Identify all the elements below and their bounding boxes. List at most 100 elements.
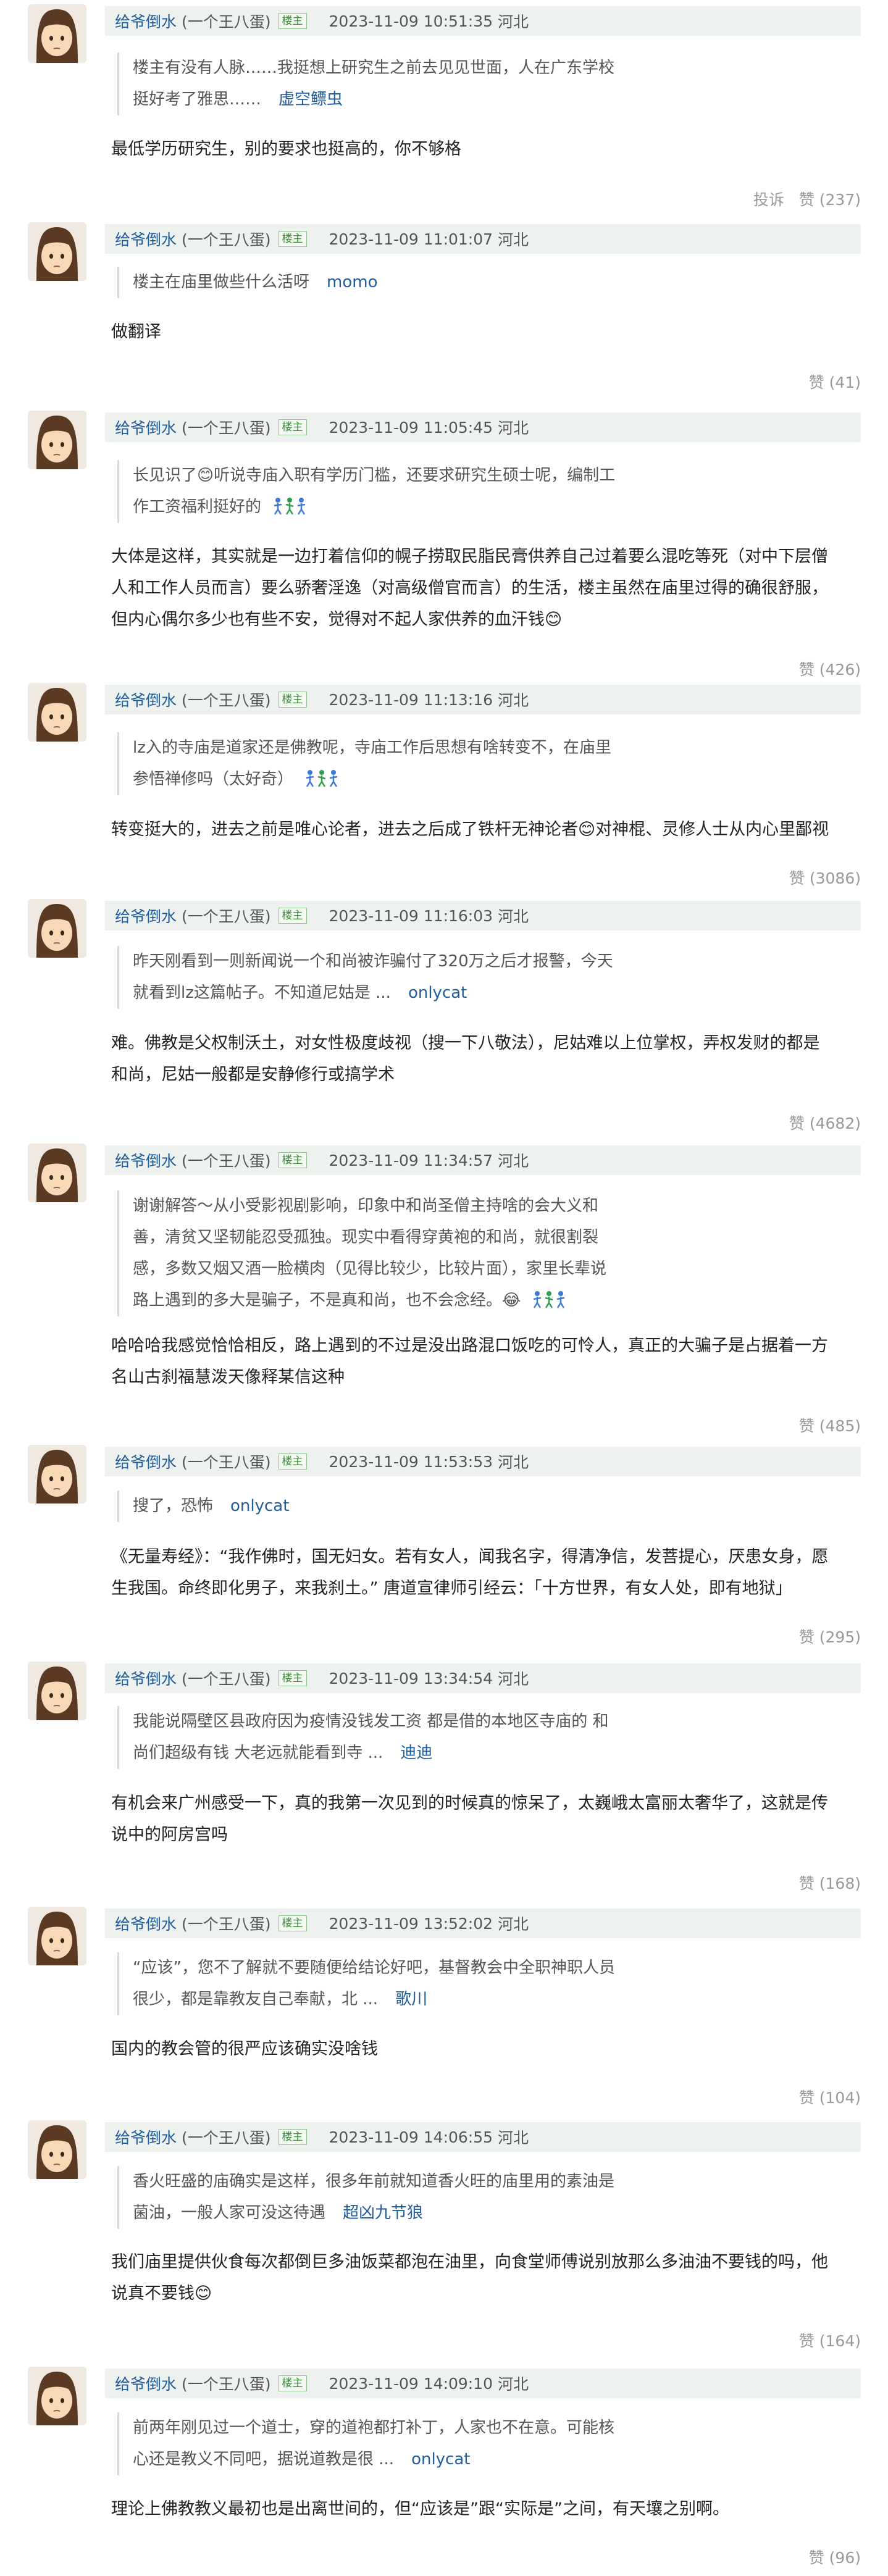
like-button[interactable]: 赞 (295)	[799, 1628, 861, 1646]
like-button[interactable]: 赞 (104)	[799, 2089, 861, 2107]
quote-block: 楼主在庙里做些什么活呀 momo	[117, 267, 664, 298]
username-link[interactable]: 给爷倒水	[115, 688, 177, 711]
post-time: 2023-11-09 13:34:54	[329, 1669, 493, 1687]
reply-content: 做翻译	[111, 322, 161, 341]
avatar[interactable]	[28, 222, 86, 281]
op-badge: 楼主	[278, 692, 307, 708]
user-alias: (一个王八蛋)	[182, 1152, 271, 1170]
avatar[interactable]	[28, 683, 86, 742]
post-location: 河北	[498, 2129, 529, 2147]
reply-header: 给爷倒水 (一个王八蛋) 楼主 2023-11-09 11:34:57 河北	[105, 1145, 861, 1175]
post-location: 河北	[498, 908, 529, 926]
quote-block: 谢谢解答～从小受影视剧影响，印象中和尚圣僧主持啥的会大义和 善，清贫又坚韧能忍受…	[117, 1190, 664, 1316]
op-badge: 楼主	[278, 231, 307, 247]
op-badge: 楼主	[278, 13, 307, 29]
reply-actions: 赞 (164)	[799, 2329, 861, 2351]
quote-author-link[interactable]: 歌川	[395, 1990, 427, 2009]
avatar[interactable]	[28, 899, 86, 958]
reply-actions: 赞 (168)	[799, 1871, 861, 1894]
reply-actions: 投诉赞 (237)	[753, 188, 861, 210]
quote-author-link[interactable]: onlycat	[408, 984, 467, 1002]
post-location: 河北	[498, 1453, 529, 1471]
like-button[interactable]: 赞 (237)	[799, 191, 861, 209]
dancing-figures-icon	[274, 498, 306, 515]
quote-author-link[interactable]: 超凶九节狼	[343, 2204, 423, 2222]
username-link[interactable]: 给爷倒水	[115, 905, 177, 927]
avatar[interactable]	[28, 4, 86, 63]
username-link[interactable]: 给爷倒水	[115, 2126, 177, 2148]
reply-content: 国内的教会管的很严应该确实没啥钱	[111, 2039, 378, 2059]
username-link[interactable]: 给爷倒水	[115, 2372, 177, 2394]
user-alias: (一个王八蛋)	[182, 2129, 271, 2147]
username-link[interactable]: 给爷倒水	[115, 1149, 177, 1171]
reply-actions: 赞 (485)	[799, 1414, 861, 1436]
post-time: 2023-11-09 10:51:35	[329, 12, 493, 30]
like-button[interactable]: 赞 (4682)	[789, 1114, 861, 1132]
post-time: 2023-11-09 11:01:07	[329, 230, 493, 248]
reply-content: 转变挺大的，进去之前是唯心论者，进去之后成了铁杆无神论者😊对神棍、灵修人士从内心…	[111, 820, 829, 839]
avatar[interactable]	[28, 2367, 86, 2425]
reply-content: 有机会来广州感受一下，真的我第一次见到的时候真的惊呆了，太巍峨太富丽太奢华了，这…	[111, 1794, 828, 1844]
reply-actions: 赞 (4682)	[789, 1111, 861, 1134]
reply-header: 给爷倒水 (一个王八蛋) 楼主 2023-11-09 13:52:02 河北	[105, 1909, 861, 1938]
avatar[interactable]	[28, 2120, 86, 2179]
quote-author-link[interactable]: 虚空鳔虫	[279, 90, 343, 109]
reply-header: 给爷倒水 (一个王八蛋) 楼主 2023-11-09 11:53:53 河北	[105, 1447, 861, 1476]
username-link[interactable]: 给爷倒水	[115, 10, 177, 32]
user-alias: (一个王八蛋)	[182, 692, 271, 709]
reply-actions: 赞 (41)	[809, 370, 861, 393]
username-link[interactable]: 给爷倒水	[115, 1667, 177, 1689]
user-alias: (一个王八蛋)	[182, 2375, 271, 2393]
dancing-figures-icon	[306, 770, 338, 787]
report-button[interactable]: 投诉	[753, 191, 784, 209]
reply-content: 难。佛教是父权制沃土，对女性极度歧视（搜一下八敬法），尼姑难以上位掌权，弄权发财…	[111, 1034, 820, 1084]
quote-author-link[interactable]: onlycat	[411, 2450, 470, 2469]
avatar[interactable]	[28, 411, 86, 469]
like-button[interactable]: 赞 (485)	[799, 1417, 861, 1435]
username-link[interactable]: 给爷倒水	[115, 1450, 177, 1473]
like-button[interactable]: 赞 (41)	[809, 374, 861, 391]
post-location: 河北	[498, 419, 529, 437]
quote-text: 前两年刚见过一个道士，穿的道袍都打补丁，人家也不在意。可能核 心还是教义不同吧，…	[133, 2419, 615, 2469]
post-location: 河北	[498, 1915, 529, 1933]
user-alias: (一个王八蛋)	[182, 1453, 271, 1471]
avatar[interactable]	[28, 1144, 86, 1202]
post-location: 河北	[498, 692, 529, 709]
post-location: 河北	[498, 231, 529, 249]
quote-text: 楼主有没有人脉……我挺想上研究生之前去见见世面，人在广东学校 挺好考了雅思……	[133, 59, 615, 109]
post-time: 2023-11-09 11:34:57	[329, 1151, 493, 1169]
username-link[interactable]: 给爷倒水	[115, 1912, 177, 1934]
reply-content: 哈哈哈我感觉恰恰相反，路上遇到的不过是没出路混口饭吃的可怜人，真正的大骗子是占据…	[111, 1336, 828, 1387]
quote-author-link[interactable]: momo	[327, 273, 377, 291]
reply-actions: 赞 (104)	[799, 2086, 861, 2108]
avatar[interactable]	[28, 1445, 86, 1503]
reply-actions: 赞 (426)	[799, 658, 861, 680]
avatar[interactable]	[28, 1662, 86, 1720]
quote-text: 我能说隔壁区县政府因为疫情没钱发工资 都是借的本地区寺庙的 和 尚们超级有钱 大…	[133, 1712, 609, 1762]
like-button[interactable]: 赞 (96)	[809, 2549, 861, 2567]
avatar[interactable]	[28, 1907, 86, 1965]
quote-text: 楼主在庙里做些什么活呀	[133, 273, 310, 291]
reply-header: 给爷倒水 (一个王八蛋) 楼主 2023-11-09 10:51:35 河北	[105, 6, 861, 36]
username-link[interactable]: 给爷倒水	[115, 416, 177, 438]
post-time: 2023-11-09 11:05:45	[329, 418, 493, 437]
like-button[interactable]: 赞 (3086)	[789, 869, 861, 887]
reply-actions: 赞 (96)	[809, 2546, 861, 2568]
username-link[interactable]: 给爷倒水	[115, 228, 177, 250]
reply-header: 给爷倒水 (一个王八蛋) 楼主 2023-11-09 14:06:55 河北	[105, 2122, 861, 2152]
quote-author-link[interactable]: 迪迪	[400, 1744, 432, 1762]
op-badge: 楼主	[278, 419, 307, 435]
quote-block: 香火旺盛的庙确实是这样，很多年前就知道香火旺的庙里用的素油是 菌油，一般人家可没…	[117, 2166, 664, 2229]
post-time: 2023-11-09 14:09:10	[329, 2374, 493, 2393]
post-location: 河北	[498, 1152, 529, 1170]
like-button[interactable]: 赞 (164)	[799, 2332, 861, 2350]
reply-actions: 赞 (3086)	[789, 866, 861, 889]
reply-content: 我们庙里提供伙食每次都倒巨多油饭菜都泡在油里，向食堂师傅说别放那么多油油不要钱的…	[111, 2252, 828, 2303]
op-badge: 楼主	[278, 2129, 307, 2145]
like-button[interactable]: 赞 (168)	[799, 1875, 861, 1892]
quote-block: “应该”，您不了解就不要随便给结论好吧，基督教会中全职神职人员 很少，都是靠教友…	[117, 1952, 664, 2015]
like-button[interactable]: 赞 (426)	[799, 661, 861, 679]
quote-author-link[interactable]: onlycat	[230, 1497, 289, 1515]
op-badge: 楼主	[278, 1152, 307, 1168]
dancing-figures-icon	[534, 1291, 565, 1308]
